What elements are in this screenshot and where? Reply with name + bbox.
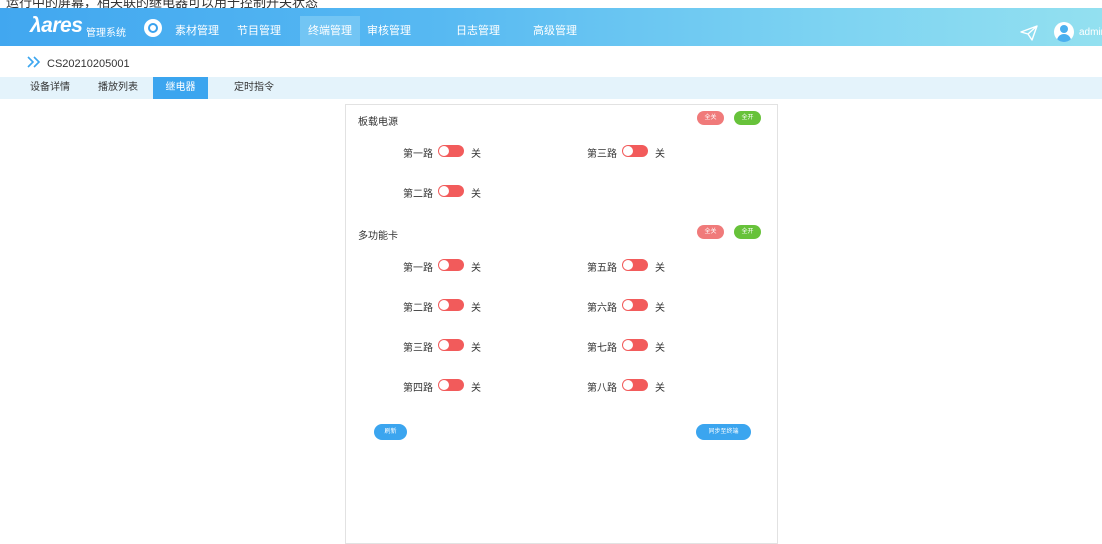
relay-label: 第一路 xyxy=(403,149,433,160)
relay-label: 第八路 xyxy=(587,383,617,394)
tab-relay[interactable]: 继电器 xyxy=(153,77,208,99)
relay-label: 第七路 xyxy=(587,343,617,354)
relay-switch[interactable] xyxy=(438,185,464,197)
relay-state: 关 xyxy=(471,383,481,394)
nav-terminals[interactable]: 终端管理 xyxy=(300,16,360,46)
refresh-button[interactable]: 刷新 xyxy=(374,424,407,440)
relay-switch[interactable] xyxy=(438,259,464,271)
relay-switch[interactable] xyxy=(622,145,648,157)
tab-device-details[interactable]: 设备详情 xyxy=(22,77,78,99)
relay-state: 关 xyxy=(471,149,481,160)
top-navbar: λares 管理系统 素材管理 节目管理 终端管理 审核管理 日志管理 高级管理… xyxy=(0,8,1102,46)
double-chevron-right-icon xyxy=(27,56,41,68)
relay-switch[interactable] xyxy=(622,339,648,351)
top-overflow-text: 运行中的屏幕，相关联的继电器可以用于控制开关状态 xyxy=(6,0,319,8)
tab-playlist[interactable]: 播放列表 xyxy=(90,77,146,99)
relay-label: 第二路 xyxy=(403,189,433,200)
multi-card-title: 多功能卡 xyxy=(358,231,398,242)
relay-switch[interactable] xyxy=(622,259,648,271)
relay-state: 关 xyxy=(655,343,665,354)
relay-switch[interactable] xyxy=(438,339,464,351)
relay-switch[interactable] xyxy=(438,299,464,311)
relay-label: 第二路 xyxy=(403,303,433,314)
relay-switch[interactable] xyxy=(622,299,648,311)
nav-advanced[interactable]: 高级管理 xyxy=(530,16,580,46)
relay-state: 关 xyxy=(655,149,665,160)
board-all-on-button[interactable]: 全开 xyxy=(734,111,761,125)
breadcrumb: CS20210205001 xyxy=(0,52,1102,76)
relay-panel: 板载电源 全关 全开 第一路 关 第三路 关 第二路 关 多功能卡 全关 全开 … xyxy=(345,104,778,544)
relay-switch[interactable] xyxy=(438,379,464,391)
multi-all-off-button[interactable]: 全关 xyxy=(697,225,724,239)
nav-programs[interactable]: 节目管理 xyxy=(232,16,286,46)
app-subtitle: 管理系统 xyxy=(86,28,126,39)
relay-state: 关 xyxy=(471,343,481,354)
username[interactable]: admin xyxy=(1079,27,1102,38)
top-overflow-strip: 运行中的屏幕，相关联的继电器可以用于控制开关状态 xyxy=(0,0,1102,8)
relay-state: 关 xyxy=(655,303,665,314)
sync-to-terminal-button[interactable]: 同步至终端 xyxy=(696,424,751,440)
relay-label: 第三路 xyxy=(403,343,433,354)
nav-materials[interactable]: 素材管理 xyxy=(170,16,224,46)
device-tabs: 设备详情 播放列表 继电器 定时指令 xyxy=(0,77,1102,99)
app-logo: λares xyxy=(30,14,83,37)
relay-label: 第六路 xyxy=(587,303,617,314)
relay-state: 关 xyxy=(471,303,481,314)
relay-state: 关 xyxy=(655,263,665,274)
board-power-title: 板载电源 xyxy=(358,117,398,128)
relay-switch[interactable] xyxy=(438,145,464,157)
relay-label: 第三路 xyxy=(587,149,617,160)
relay-label: 第四路 xyxy=(403,383,433,394)
board-all-off-button[interactable]: 全关 xyxy=(697,111,724,125)
relay-label: 第五路 xyxy=(587,263,617,274)
nav-logs[interactable]: 日志管理 xyxy=(453,16,503,46)
device-id: CS20210205001 xyxy=(47,58,130,70)
nav-review[interactable]: 审核管理 xyxy=(364,16,414,46)
send-icon[interactable] xyxy=(1020,25,1038,41)
multi-all-on-button[interactable]: 全开 xyxy=(734,225,761,239)
badge-icon xyxy=(144,19,162,37)
user-avatar[interactable] xyxy=(1054,22,1074,42)
tab-timed-commands[interactable]: 定时指令 xyxy=(226,77,282,99)
relay-state: 关 xyxy=(471,263,481,274)
relay-state: 关 xyxy=(655,383,665,394)
relay-label: 第一路 xyxy=(403,263,433,274)
relay-state: 关 xyxy=(471,189,481,200)
relay-switch[interactable] xyxy=(622,379,648,391)
